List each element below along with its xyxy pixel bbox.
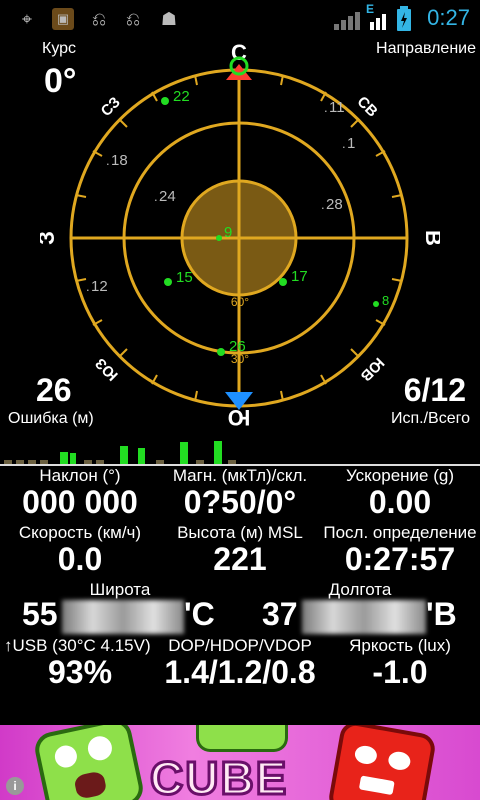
dop-label: DOP/HDOP/VDOP xyxy=(168,636,312,655)
altitude-value: 221 xyxy=(213,541,267,577)
signal-bar xyxy=(70,453,76,464)
satellite-dot xyxy=(164,278,172,286)
svg-text:.: . xyxy=(321,197,325,212)
cardinal-se: ЮВ xyxy=(357,354,388,385)
cardinal-w: З xyxy=(40,231,59,245)
signal-bar xyxy=(180,442,188,464)
tilt-value: 000 000 xyxy=(22,484,138,520)
svg-text:.: . xyxy=(86,279,90,294)
cardinal-e: В xyxy=(421,230,440,246)
usb-debug-icon: ⎌ xyxy=(125,9,141,29)
app-icon: ▣ xyxy=(52,8,74,30)
error-label: Ошибка (м) xyxy=(8,410,94,427)
signal-bars-icon xyxy=(370,14,386,30)
last-fix-value: 0:27:57 xyxy=(344,541,456,577)
satellite-label: 26 xyxy=(229,338,246,355)
svg-text:.: . xyxy=(106,153,110,168)
satellite-label: 12 xyxy=(91,278,108,295)
dop-value: 1.4/1.2/0.8 xyxy=(164,654,316,690)
battery-value: 93% xyxy=(47,654,113,690)
speed-value: 0.0 xyxy=(57,541,103,577)
battery-icon xyxy=(397,6,411,31)
brightness-label: Яркость (lux) xyxy=(349,636,451,655)
satellite-label: 18 xyxy=(111,152,128,169)
svg-text:.: . xyxy=(154,189,158,204)
satellite-label: 22 xyxy=(173,88,190,105)
cardinal-nw: СЗ xyxy=(98,94,124,120)
cardinal-sw: ЮЗ xyxy=(92,354,122,384)
ring-label-60: 60° xyxy=(231,295,249,309)
signal-strength-chart xyxy=(4,441,236,464)
last-fix-label: Посл. определение xyxy=(323,523,477,542)
satellite-label: 15 xyxy=(176,269,193,286)
green-monster-icon xyxy=(31,725,147,800)
red-monster-icon xyxy=(326,725,438,800)
sky-view: С Ю В З СВ СЗ ЮВ ЮЗ 60° 30° 22 . 11 . 1 … xyxy=(40,40,440,430)
satellite-label: 1 xyxy=(347,135,355,152)
speed-label: Скорость (км/ч) xyxy=(18,523,142,542)
svg-text:.: . xyxy=(342,136,346,151)
battery-label: ↑USB (30°C 4.15V) xyxy=(4,636,151,655)
longitude-redacted xyxy=(302,600,426,634)
signal-bar xyxy=(138,448,145,464)
latitude-prefix: 55 xyxy=(22,596,58,632)
magnetic-label: Магн. (мкТл)/скл. xyxy=(172,466,308,485)
green-block-icon xyxy=(196,725,288,752)
satellite-dot xyxy=(279,278,287,286)
satellite-dot xyxy=(161,97,169,105)
ad-banner[interactable]: CUBE i xyxy=(0,725,480,800)
longitude-suffix: 'В xyxy=(426,596,457,632)
altitude-label: Высота (м) MSL xyxy=(177,523,303,542)
signal-icon xyxy=(334,12,360,30)
usb-icon: ⎌ xyxy=(91,9,107,29)
status-bar: ⌖ ▣ ⎌ ⎌ ☗ E 0:27 xyxy=(0,0,480,38)
satellite-dot xyxy=(217,348,225,356)
ad-title: CUBE xyxy=(148,751,289,800)
latitude-label: Широта xyxy=(89,580,151,599)
cardinal-ne: СВ xyxy=(354,93,381,120)
latitude-redacted xyxy=(62,600,184,634)
satellite-label: 8 xyxy=(382,293,389,308)
android-icon: ☗ xyxy=(160,9,178,29)
satellite-label: 24 xyxy=(159,188,176,205)
brightness-value: -1.0 xyxy=(372,654,428,690)
satellite-label: 28 xyxy=(326,196,343,213)
longitude-label: Долгота xyxy=(328,580,392,599)
magnetic-value: 0?50/0° xyxy=(183,484,297,520)
ad-info-icon[interactable]: i xyxy=(6,777,24,795)
satellite-dot xyxy=(216,235,222,241)
satellite-dot xyxy=(373,301,379,307)
acceleration-value: 0.00 xyxy=(368,484,432,520)
tilt-label: Наклон (°) xyxy=(39,466,121,485)
satellites-count: 6/12 xyxy=(403,372,466,408)
acceleration-label: Ускорение (g) xyxy=(346,466,454,485)
signal-bar xyxy=(214,441,222,464)
satellite-label: 11 xyxy=(329,99,345,116)
signal-bar xyxy=(120,446,128,464)
error-value: 26 xyxy=(36,372,72,408)
satellites-label: Исп./Всего xyxy=(390,410,470,427)
latitude-suffix: 'С xyxy=(184,596,215,632)
gps-icon: ⌖ xyxy=(21,9,33,29)
clock: 0:27 xyxy=(427,5,470,30)
signal-bar xyxy=(60,452,68,464)
svg-text:.: . xyxy=(324,100,328,115)
satellite-label: 9 xyxy=(224,224,232,241)
longitude-prefix: 37 xyxy=(262,596,298,632)
satellite-label: 17 xyxy=(291,268,308,285)
